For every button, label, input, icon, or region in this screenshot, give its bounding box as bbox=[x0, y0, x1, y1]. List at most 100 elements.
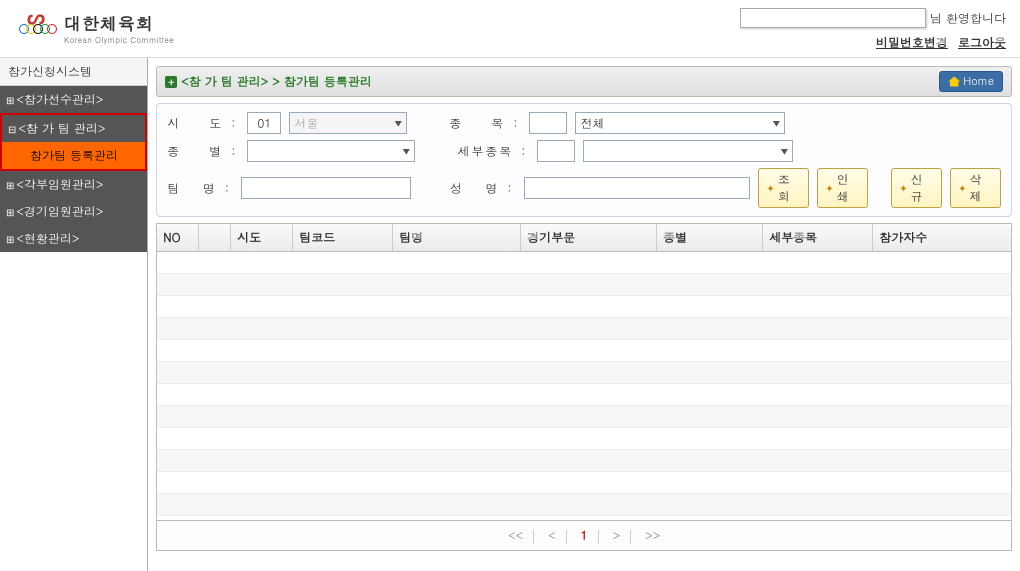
sidebar-item-label: <참 가 팀 관리> bbox=[18, 120, 105, 137]
col-check[interactable] bbox=[199, 224, 231, 251]
home-button[interactable]: Home bbox=[939, 71, 1003, 92]
sido-label: 시 도 bbox=[167, 115, 223, 132]
chevron-down-icon: ▼ bbox=[394, 117, 402, 130]
breadcrumb-path1: <참 가 팀 관리> bbox=[181, 73, 268, 90]
sidebar-title: 참가신청시스템 bbox=[0, 58, 147, 86]
pager-current[interactable]: 1 bbox=[573, 525, 596, 546]
col-jongbyeol[interactable]: 종별 bbox=[657, 224, 763, 251]
home-icon bbox=[948, 77, 960, 87]
swoosh-icon: ᔕ bbox=[27, 8, 45, 24]
sido-select[interactable]: 서울 ▼ bbox=[289, 112, 407, 134]
jongmok-value: 전체 bbox=[580, 115, 604, 132]
breadcrumb-path2: 참가팀 등록관리 bbox=[284, 73, 372, 90]
welcome-text: 님 환영합니다 bbox=[930, 10, 1006, 27]
sido-select-value: 서울 bbox=[294, 115, 318, 132]
chevron-down-icon: ▼ bbox=[780, 145, 788, 158]
sebu-select[interactable]: ▼ bbox=[583, 140, 793, 162]
table-row[interactable] bbox=[157, 362, 1011, 384]
data-grid: NO 시도 팀코드 팀명 경기부문 종별 세부종목 참가자수 bbox=[156, 223, 1012, 521]
breadcrumb-sep: > bbox=[272, 73, 280, 90]
logo: ᔕ 대한체육회 Korean Olympic Committee bbox=[14, 8, 174, 48]
diamond-icon: ✦ bbox=[825, 181, 833, 195]
table-row[interactable] bbox=[157, 340, 1011, 362]
jongbyeol-label: 종 별 bbox=[167, 143, 223, 160]
jongmok-select[interactable]: 전체 ▼ bbox=[575, 112, 785, 134]
grid-body bbox=[157, 252, 1011, 520]
print-button[interactable]: ✦인 쇄 bbox=[817, 168, 868, 208]
sidebar-item-label: <현황관리> bbox=[16, 230, 79, 247]
sidebar-subitem-team-register[interactable]: 참가팀 등록관리 bbox=[0, 142, 147, 171]
table-row[interactable] bbox=[157, 406, 1011, 428]
home-label: Home bbox=[963, 74, 994, 89]
filter-panel: 시 도: 01 서울 ▼ 종 목: 전체 ▼ 종 별: ▼ bbox=[156, 103, 1012, 217]
search-button[interactable]: ✦조 회 bbox=[758, 168, 809, 208]
col-teamname[interactable]: 팀명 bbox=[393, 224, 521, 251]
breadcrumb: + <참 가 팀 관리> > 참가팀 등록관리 bbox=[165, 73, 372, 90]
name-input[interactable] bbox=[524, 177, 751, 199]
logo-icon: ᔕ bbox=[14, 8, 58, 48]
col-gamebumoon[interactable]: 경기부문 bbox=[521, 224, 657, 251]
col-sebu[interactable]: 세부종목 bbox=[763, 224, 873, 251]
col-count[interactable]: 참가자수 bbox=[873, 224, 1011, 251]
col-teamcode[interactable]: 팀코드 bbox=[293, 224, 393, 251]
sebu-code-input[interactable] bbox=[537, 140, 575, 162]
table-row[interactable] bbox=[157, 450, 1011, 472]
logo-title-en: Korean Olympic Committee bbox=[64, 35, 174, 46]
sidebar-item-status[interactable]: ⊞ <현황관리> bbox=[0, 225, 147, 252]
table-row[interactable] bbox=[157, 428, 1011, 450]
plus-box-icon: ⊞ bbox=[6, 178, 14, 192]
sido-code: 01 bbox=[247, 112, 281, 134]
sidebar-item-label: <경기임원관리> bbox=[16, 203, 103, 220]
sebu-label: 세부종목 bbox=[457, 143, 513, 160]
diamond-icon: ✦ bbox=[766, 181, 774, 195]
sidebar-item-game-staff[interactable]: ⊞ <경기임원관리> bbox=[0, 198, 147, 225]
plus-box-icon: ⊞ bbox=[6, 93, 14, 107]
main-content: + <참 가 팀 관리> > 참가팀 등록관리 Home 시 도: 01 서울 … bbox=[148, 58, 1020, 571]
teamname-input[interactable] bbox=[241, 177, 411, 199]
pager: << < 1 > >> bbox=[156, 521, 1012, 551]
minus-box-icon: ⊟ bbox=[8, 122, 16, 136]
col-no[interactable]: NO bbox=[157, 224, 199, 251]
sidebar-item-participant-player[interactable]: ⊞ <참가선수관리> bbox=[0, 86, 147, 113]
app-header: ᔕ 대한체육회 Korean Olympic Committee 님 환영합니다… bbox=[0, 0, 1020, 58]
olympic-rings-icon bbox=[19, 24, 54, 34]
username-input[interactable] bbox=[740, 8, 926, 28]
new-button[interactable]: ✦신 규 bbox=[891, 168, 942, 208]
col-sido[interactable]: 시도 bbox=[231, 224, 293, 251]
table-row[interactable] bbox=[157, 472, 1011, 494]
table-row[interactable] bbox=[157, 274, 1011, 296]
grid-header: NO 시도 팀코드 팀명 경기부문 종별 세부종목 참가자수 bbox=[157, 224, 1011, 252]
logout-link[interactable]: 로그아웃 bbox=[958, 34, 1006, 51]
sidebar-item-staff[interactable]: ⊞ <각부임원관리> bbox=[0, 171, 147, 198]
table-row[interactable] bbox=[157, 318, 1011, 340]
plus-box-icon: ⊞ bbox=[6, 205, 14, 219]
name-label: 성 명 bbox=[450, 180, 500, 197]
plus-icon: + bbox=[165, 76, 177, 88]
chevron-down-icon: ▼ bbox=[402, 145, 410, 158]
sidebar-item-label: <각부임원관리> bbox=[16, 176, 103, 193]
plus-box-icon: ⊞ bbox=[6, 232, 14, 246]
jongbyeol-select[interactable]: ▼ bbox=[247, 140, 415, 162]
breadcrumb-bar: + <참 가 팀 관리> > 참가팀 등록관리 Home bbox=[156, 66, 1012, 97]
user-panel: 님 환영합니다 비밀번호변경 로그아웃 bbox=[740, 8, 1006, 51]
sidebar-item-participant-team[interactable]: ⊟ <참 가 팀 관리> bbox=[0, 113, 147, 142]
teamname-label: 팀 명 bbox=[167, 180, 217, 197]
diamond-icon: ✦ bbox=[958, 181, 966, 195]
table-row[interactable] bbox=[157, 494, 1011, 516]
pager-last[interactable]: >> bbox=[637, 525, 668, 546]
table-row[interactable] bbox=[157, 252, 1011, 274]
table-row[interactable] bbox=[157, 296, 1011, 318]
sidebar: 참가신청시스템 ⊞ <참가선수관리> ⊟ <참 가 팀 관리> 참가팀 등록관리… bbox=[0, 58, 148, 571]
pager-first[interactable]: << bbox=[500, 525, 531, 546]
change-password-link[interactable]: 비밀번호변경 bbox=[876, 34, 948, 51]
sidebar-item-label: <참가선수관리> bbox=[16, 91, 103, 108]
logo-title-ko: 대한체육회 bbox=[64, 11, 174, 35]
jongmok-code-input[interactable] bbox=[529, 112, 567, 134]
delete-button[interactable]: ✦삭 제 bbox=[950, 168, 1001, 208]
jongmok-label: 종 목 bbox=[449, 115, 505, 132]
diamond-icon: ✦ bbox=[899, 181, 907, 195]
chevron-down-icon: ▼ bbox=[772, 117, 780, 130]
pager-next[interactable]: > bbox=[605, 525, 629, 546]
pager-prev[interactable]: < bbox=[540, 525, 564, 546]
table-row[interactable] bbox=[157, 384, 1011, 406]
